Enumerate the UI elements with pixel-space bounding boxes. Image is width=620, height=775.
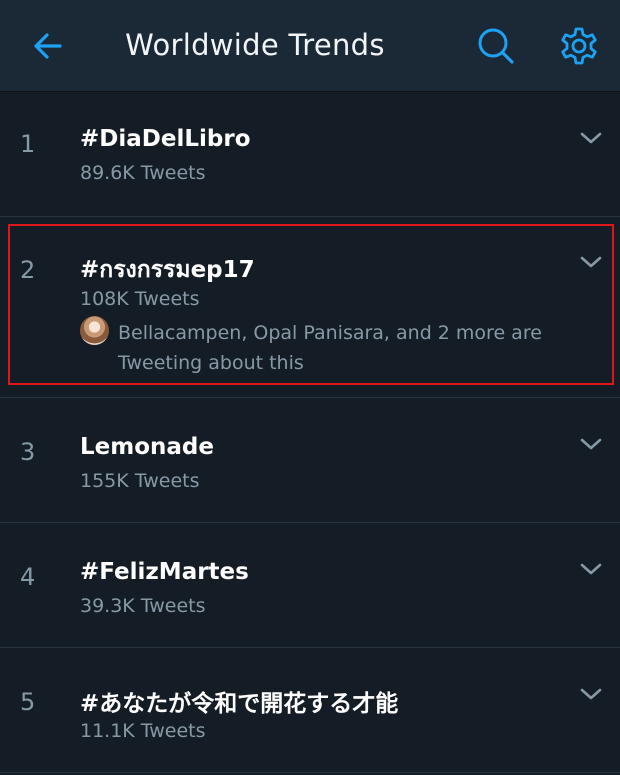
trend-rank: 3 [20, 438, 36, 466]
trend-rank: 1 [20, 130, 36, 158]
trend-name[interactable]: #กรงกรรมep17 [80, 252, 255, 288]
top-bar: Worldwide Trends [0, 0, 620, 92]
trend-name[interactable]: #DiaDelLibro [80, 126, 251, 152]
trend-rank: 2 [20, 256, 36, 284]
chevron-down-icon[interactable] [578, 685, 604, 703]
trends-list: 1 #DiaDelLibro 89.6K Tweets 2 #กรงกรรมep… [0, 92, 620, 773]
trend-name[interactable]: #FelizMartes [80, 559, 249, 585]
trend-row-3[interactable]: 3 Lemonade 155K Tweets [0, 398, 620, 523]
search-icon[interactable] [474, 24, 518, 68]
gear-icon[interactable] [557, 24, 601, 68]
chevron-down-icon[interactable] [578, 253, 604, 271]
trend-tweet-count: 108K Tweets [80, 288, 200, 310]
chevron-down-icon[interactable] [578, 435, 604, 453]
trend-name[interactable]: Lemonade [80, 434, 214, 460]
trend-tweet-count: 39.3K Tweets [80, 595, 206, 617]
trend-tweet-count: 89.6K Tweets [80, 162, 206, 184]
trend-name[interactable]: #あなたが令和で開花する才能 [80, 684, 398, 718]
trend-tweet-count: 11.1K Tweets [80, 720, 206, 742]
social-context-text: Bellacampen, Opal Panisara, and 2 more a… [118, 322, 542, 374]
chevron-down-icon[interactable] [578, 560, 604, 578]
chevron-down-icon[interactable] [578, 129, 604, 147]
trend-row-5[interactable]: 5 #あなたが令和で開花する才能 11.1K Tweets [0, 648, 620, 773]
page-title: Worldwide Trends [125, 28, 385, 62]
trend-rank: 5 [20, 688, 36, 716]
trend-row-1[interactable]: 1 #DiaDelLibro 89.6K Tweets [0, 92, 620, 217]
trend-rank: 4 [20, 563, 36, 591]
trend-row-4[interactable]: 4 #FelizMartes 39.3K Tweets [0, 523, 620, 648]
avatar[interactable] [80, 316, 109, 345]
trend-tweet-count: 155K Tweets [80, 470, 200, 492]
